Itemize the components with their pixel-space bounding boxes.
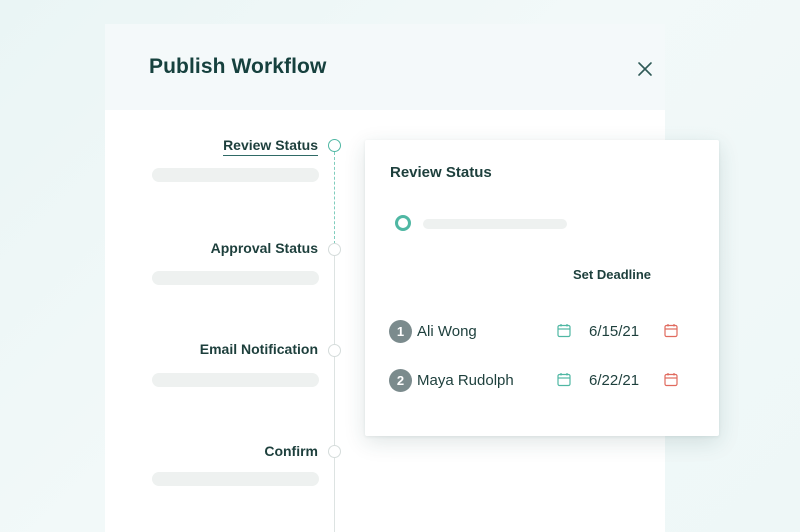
modal-header: Publish Workflow [105, 24, 665, 110]
step-placeholder-bar [152, 472, 319, 486]
step-confirm[interactable]: Confirm [264, 443, 318, 459]
step-review-status[interactable]: Review Status [223, 137, 318, 156]
review-status-popover: Review Status Set Deadline 1 Ali Wong 6/… [365, 140, 719, 436]
timeline-connector [334, 256, 335, 532]
deadline-date[interactable]: 6/15/21 [589, 323, 639, 340]
assignee-name: Maya Rudolph [417, 372, 514, 389]
step-approval-status[interactable]: Approval Status [211, 240, 318, 256]
assignee-number-badge: 2 [389, 369, 412, 392]
step-email-notification[interactable]: Email Notification [200, 341, 318, 357]
deadline-date[interactable]: 6/22/21 [589, 372, 639, 389]
step-placeholder-bar [152, 271, 319, 285]
step-placeholder-bar [152, 373, 319, 387]
calendar-icon [557, 372, 571, 387]
set-deadline-header: Set Deadline [573, 267, 652, 282]
calendar-picker-icon[interactable] [664, 323, 678, 338]
step-placeholder-bar [152, 168, 319, 182]
step-node-confirm [328, 445, 341, 458]
modal-title: Publish Workflow [149, 55, 327, 78]
calendar-picker-icon[interactable] [664, 372, 678, 387]
assignee-name: Ali Wong [417, 323, 477, 340]
status-placeholder-bar [423, 219, 567, 229]
timeline-connector-dashed [334, 152, 335, 244]
assignee-number-badge: 1 [389, 320, 412, 343]
step-node-review [328, 139, 341, 152]
status-radio-indicator[interactable] [395, 215, 411, 231]
assignee-row: 1 Ali Wong 6/15/21 [389, 320, 699, 344]
assignee-row: 2 Maya Rudolph 6/22/21 [389, 369, 699, 393]
popover-title: Review Status [390, 164, 492, 181]
close-icon[interactable] [635, 59, 655, 79]
calendar-icon [557, 323, 571, 338]
step-node-email [328, 344, 341, 357]
step-node-approval [328, 243, 341, 256]
